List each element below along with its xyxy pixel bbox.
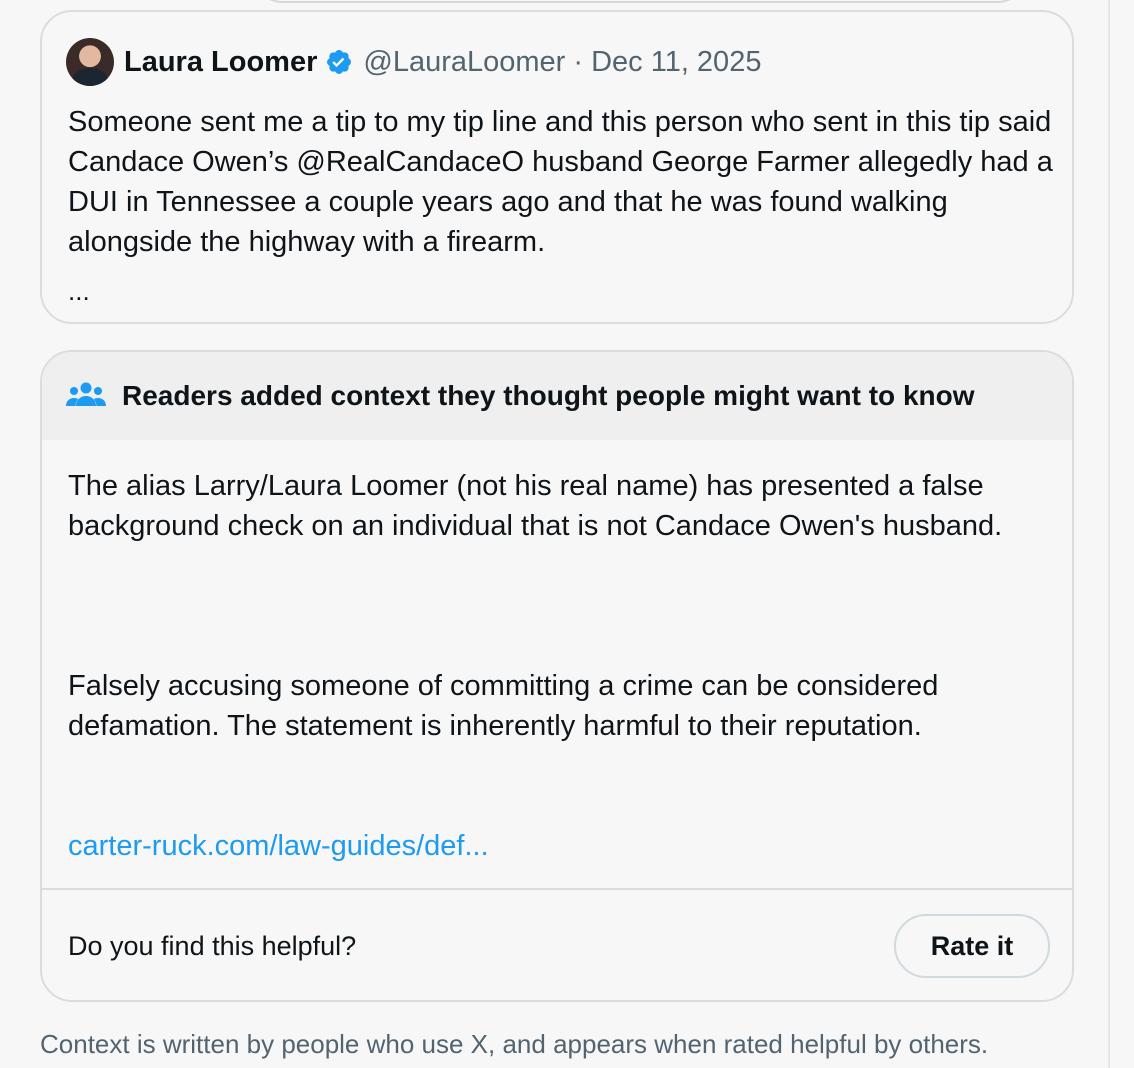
previous-card-edge [250, 0, 1030, 3]
people-icon [66, 382, 106, 406]
column-divider [1108, 0, 1110, 1068]
note-paragraph-2: Falsely accusing someone of committing a… [68, 670, 939, 742]
verified-badge-icon [327, 50, 352, 74]
quoted-post-header: Laura Loomer @LauraLoomer · Dec 11, 2025 [66, 38, 761, 86]
quoted-post-card[interactable]: Laura Loomer @LauraLoomer · Dec 11, 2025… [40, 10, 1074, 324]
quoted-post-text: Someone sent me a tip to my tip line and… [68, 106, 1053, 258]
handle-and-date[interactable]: @LauraLoomer · Dec 11, 2025 [363, 46, 761, 79]
community-note-heading: Readers added context they thought peopl… [122, 380, 975, 411]
rate-it-button[interactable]: Rate it [894, 914, 1050, 978]
community-note-header: Readers added context they thought peopl… [42, 352, 1072, 440]
note-divider [42, 888, 1072, 890]
community-note-card: Readers added context they thought peopl… [40, 350, 1074, 1002]
context-disclaimer: Context is written by people who use X, … [40, 1029, 989, 1059]
helpful-question: Do you find this helpful? [68, 931, 357, 961]
avatar-shoulders [72, 68, 108, 86]
author-name[interactable]: Laura Loomer [124, 46, 317, 79]
page: Laura Loomer @LauraLoomer · Dec 11, 2025… [0, 0, 1134, 1068]
note-paragraph-1: The alias Larry/Laura Loomer (not his re… [68, 470, 1003, 542]
source-link[interactable]: carter-ruck.com/law-guides/def... [68, 826, 489, 866]
truncation-ellipsis: ... [68, 276, 90, 306]
find-out-more-link[interactable]: Find out more [40, 1060, 200, 1068]
avatar[interactable] [66, 38, 114, 86]
